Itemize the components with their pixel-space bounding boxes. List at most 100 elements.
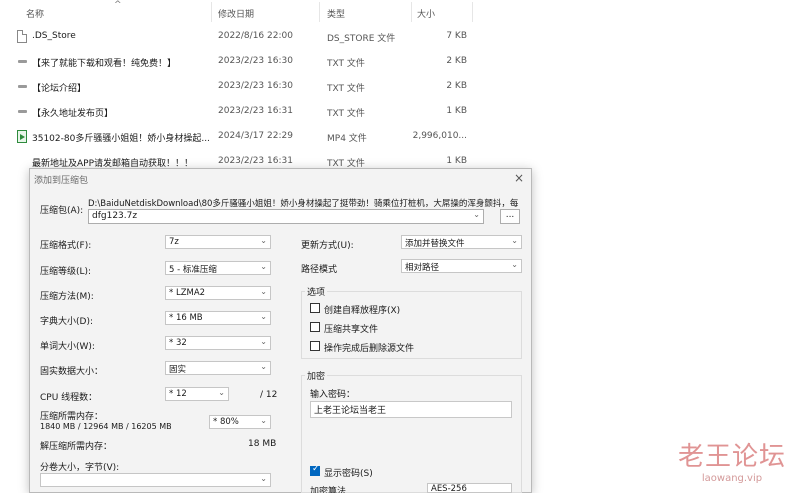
password-value: 上老王论坛当老王 [314, 406, 387, 416]
file-date: 2023/2/23 16:30 [218, 81, 293, 91]
solid-size-label: 固实数据大小： [40, 367, 104, 377]
delete-after-checkbox[interactable] [310, 341, 320, 351]
watermark: 老王论坛 laowang.vip [678, 436, 786, 484]
archive-name-value: dfg123.7z [92, 211, 138, 221]
encryption-group-title: 加密 [305, 369, 328, 382]
file-name: 【永久地址发布页】 [32, 109, 114, 119]
file-name: 【来了就能下载和观看！纯免费！】 [32, 59, 177, 69]
solid-size-value: 固实 [169, 365, 187, 375]
decompress-memory-value: 18 MB [248, 439, 277, 449]
chevron-down-icon: ⌄ [260, 337, 267, 346]
chevron-down-icon: ⌄ [260, 312, 267, 321]
split-size-combobox[interactable]: ⌄ [40, 473, 271, 487]
archive-label: 压缩包(A): [40, 206, 84, 216]
solid-size-select[interactable]: 固实 ⌄ [165, 361, 271, 375]
video-file-icon [17, 130, 27, 143]
file-size: 2 KB [446, 56, 467, 66]
chevron-down-icon: ⌄ [260, 236, 267, 245]
memory-percent-select[interactable]: * 80% ⌄ [209, 415, 271, 429]
column-divider[interactable] [319, 2, 320, 22]
file-date: 2022/8/16 22:00 [218, 31, 293, 41]
file-date: 2023/2/23 16:30 [218, 56, 293, 66]
update-mode-select[interactable]: 添加并替换文件 ⌄ [401, 235, 522, 249]
encryption-method-value: AES-256 [431, 484, 467, 493]
file-name: 【论坛介绍】 [32, 84, 87, 94]
text-file-icon [18, 85, 27, 88]
show-password-label[interactable]: 显示密码(S) [324, 466, 373, 479]
column-header-name[interactable]: 名称 [26, 7, 44, 20]
memory-percent-value: * 80% [213, 417, 239, 427]
watermark-url: laowang.vip [701, 473, 763, 484]
file-row[interactable]: .DS_Store 2022/8/16 22:00 DS_STORE 文件 7 … [0, 26, 800, 50]
chevron-down-icon: ⌄ [511, 236, 518, 245]
file-size: 1 KB [446, 106, 467, 116]
file-icon [17, 30, 27, 43]
create-sfx-checkbox[interactable] [310, 303, 320, 313]
password-input[interactable]: 上老王论坛当老王 [310, 401, 512, 418]
file-name: 35102-80多斤骚骚小姐姐！娇小身材操起... [32, 134, 210, 144]
level-label: 压缩等级(L): [40, 267, 92, 277]
create-sfx-label[interactable]: 创建自释放程序(X) [324, 303, 400, 316]
encryption-method-label: 加密算法 [310, 487, 347, 493]
file-size: 2,996,010... [412, 131, 467, 141]
dictionary-value: * 16 MB [169, 313, 203, 323]
file-date: 2023/2/23 16:31 [218, 106, 293, 116]
file-row[interactable]: 【来了就能下载和观看！纯免费！】 2023/2/23 16:30 TXT 文件 … [0, 51, 800, 75]
sort-ascending-icon: ^ [114, 0, 122, 10]
compress-memory-label: 压缩所需内存： [40, 412, 104, 422]
method-value: * LZMA2 [169, 288, 206, 298]
column-divider[interactable] [211, 2, 212, 22]
file-date: 2023/2/23 16:31 [218, 156, 293, 166]
word-size-select[interactable]: * 32 ⌄ [165, 336, 271, 350]
password-label: 输入密码： [310, 390, 356, 400]
chevron-down-icon[interactable]: ⌄ [473, 210, 480, 219]
cpu-threads-value: * 12 [169, 389, 187, 399]
text-file-icon [18, 60, 27, 63]
format-label: 压缩格式(F): [40, 241, 92, 251]
file-row[interactable]: 【论坛介绍】 2023/2/23 16:30 TXT 文件 2 KB [0, 76, 800, 100]
compress-shared-checkbox[interactable] [310, 322, 320, 332]
file-name: .DS_Store [32, 31, 76, 41]
column-divider[interactable] [411, 2, 412, 22]
column-divider[interactable] [472, 2, 473, 22]
cpu-threads-label: CPU 线程数： [40, 393, 98, 403]
chevron-down-icon: ⌄ [218, 388, 225, 397]
encryption-method-select[interactable]: AES-256 [427, 483, 512, 493]
file-row[interactable]: 【永久地址发布页】 2023/2/23 16:31 TXT 文件 1 KB [0, 101, 800, 125]
format-select[interactable]: 7z ⌄ [165, 235, 271, 249]
path-mode-select[interactable]: 相对路径 ⌄ [401, 259, 522, 273]
column-header-date[interactable]: 修改日期 [218, 7, 254, 20]
show-password-checkbox[interactable] [310, 464, 320, 476]
split-size-label: 分卷大小，字节(V): [40, 463, 120, 473]
cpu-threads-select[interactable]: * 12 ⌄ [165, 387, 229, 401]
file-size: 1 KB [446, 156, 467, 166]
path-mode-label: 路径模式 [301, 265, 338, 275]
close-icon[interactable]: × [514, 171, 524, 185]
level-select[interactable]: 5 - 标准压缩 ⌄ [165, 261, 271, 275]
cpu-threads-total: / 12 [260, 390, 278, 400]
file-size: 7 KB [446, 31, 467, 41]
word-size-value: * 32 [169, 338, 187, 348]
watermark-text: 老王论坛 [677, 442, 786, 472]
browse-button[interactable]: ... [500, 209, 520, 224]
chevron-down-icon: ⌄ [260, 362, 267, 371]
archive-path-text: D:\BaiduNetdiskDownload\80多斤骚骚小姐姐！娇小身材操起… [88, 199, 519, 209]
path-mode-value: 相对路径 [405, 263, 440, 273]
method-select[interactable]: * LZMA2 ⌄ [165, 286, 271, 300]
text-file-icon [18, 110, 27, 113]
dictionary-label: 字典大小(D): [40, 317, 93, 327]
archive-name-combobox[interactable]: dfg123.7z ⌄ [88, 209, 484, 224]
level-value: 5 - 标准压缩 [169, 265, 217, 275]
delete-after-label[interactable]: 操作完成后删除源文件 [324, 341, 414, 354]
options-group-title: 选项 [305, 285, 328, 298]
column-header-size[interactable]: 大小 [417, 7, 435, 20]
word-size-label: 单词大小(W): [40, 342, 95, 352]
dictionary-select[interactable]: * 16 MB ⌄ [165, 311, 271, 325]
chevron-down-icon: ⌄ [260, 474, 267, 483]
add-to-archive-dialog: 添加到压缩包 × 压缩包(A): D:\BaiduNetdiskDownload… [29, 168, 532, 493]
chevron-down-icon: ⌄ [260, 287, 267, 296]
file-row[interactable]: 35102-80多斤骚骚小姐姐！娇小身材操起... 2024/3/17 22:2… [0, 126, 800, 150]
column-header-type[interactable]: 类型 [327, 7, 345, 20]
format-value: 7z [169, 237, 179, 247]
compress-shared-label[interactable]: 压缩共享文件 [324, 322, 378, 335]
